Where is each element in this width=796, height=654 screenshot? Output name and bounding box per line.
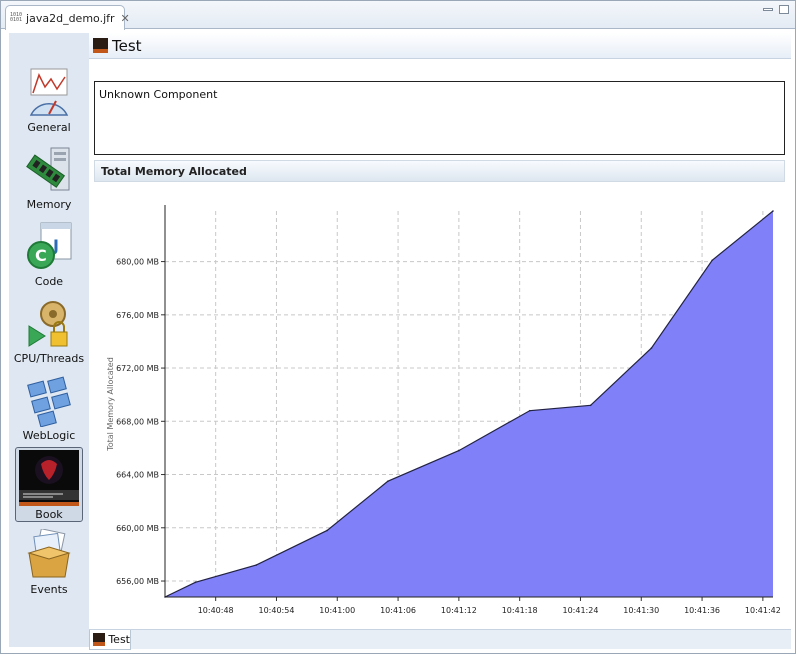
cpu-threads-icon [25,298,73,350]
unknown-component-box: Unknown Component [94,81,785,155]
data-point [650,347,653,349]
svg-text:C: C [35,246,47,265]
window-controls [763,5,789,14]
tab-group-sidebar: General Memory J C Code CPU/Threads WebL… [9,33,89,647]
page-title: Test [112,36,142,55]
sidebar-item-general[interactable]: General [15,67,83,141]
maximize-button[interactable] [779,5,789,14]
bottom-tab-test[interactable]: Test [89,630,131,650]
data-point [589,404,592,407]
sidebar-item-label: CPU/Threads [13,352,85,365]
memory-chip-icon [25,144,73,196]
data-point [711,259,713,262]
sidebar-item-book[interactable]: Book [15,447,83,522]
bottom-tab-label: Test [108,633,130,646]
data-point [326,529,328,532]
section-header[interactable]: Total Memory Allocated [94,160,785,182]
data-point [255,564,257,566]
book-icon [19,450,79,506]
x-tick-label: 10:41:06 [380,606,416,615]
sidebar-item-label: Book [35,508,63,521]
sidebar-item-label: Code [34,275,64,288]
data-point [772,210,774,212]
memory-chart[interactable]: 656,00 MB 660,00 MB 664,00 MB 668,00 MB 672,… [89,183,791,629]
x-tick-label: 10:41:00 [319,606,355,615]
minimize-button[interactable] [763,8,773,11]
data-point [387,480,389,483]
data-point [458,449,460,452]
y-tick-label: 680,00 MB [116,258,159,267]
page-header: Test [89,33,791,59]
x-tick-label: 10:41:18 [502,606,538,615]
y-tick-label: 664,00 MB [116,471,159,480]
y-axis-label: Total Memory Allocated [106,357,115,452]
sidebar-item-cpu-threads[interactable]: CPU/Threads [13,298,85,372]
sidebar-item-memory[interactable]: Memory [15,144,83,218]
bottom-tab-bar: Test [89,629,791,650]
editor-tab-java2d-demo[interactable]: 1010 0101 java2d_demo.jfr ✕ [5,5,130,30]
editor-content: Test Unknown Component Total Memory Allo… [89,33,791,629]
sidebar-item-events[interactable]: Events [15,528,83,603]
section-title: Total Memory Allocated [101,165,247,178]
data-point [529,409,531,412]
sidebar-item-code[interactable]: J C Code [15,221,83,295]
binary-file-icon: 1010 0101 [10,12,23,23]
memory-area [165,211,773,597]
x-tick-label: 10:41:42 [745,606,781,615]
x-tick-label: 10:40:48 [198,606,234,615]
weblogic-icon [25,375,73,428]
sidebar-item-label: Events [30,583,68,596]
sidebar-item-label: WebLogic [22,429,76,442]
x-tick-label: 10:41:12 [441,606,477,615]
y-tick-label: 668,00 MB [116,417,159,426]
y-tick-label: 660,00 MB [116,524,159,533]
unknown-component-text: Unknown Component [99,88,218,101]
x-tick-label: 10:41:30 [623,606,659,615]
close-icon[interactable]: ✕ [121,12,130,25]
sidebar-item-label: General [27,121,71,134]
general-gauge-icon [25,67,73,119]
editor-tab-bar: 1010 0101 java2d_demo.jfr ✕ [1,1,795,30]
app-window: 1010 0101 java2d_demo.jfr ✕ General Memo… [0,0,796,654]
events-box-icon [25,528,73,581]
y-tick-label: 676,00 MB [116,311,159,320]
x-tick-label: 10:41:36 [684,606,720,615]
jfr-tab-icon [93,633,106,646]
code-icon: J C [25,221,73,273]
x-tick-label: 10:40:54 [258,606,294,615]
y-tick-label: 656,00 MB [116,577,159,586]
y-tick-label: 672,00 MB [116,364,159,373]
x-tick-label: 10:41:24 [562,606,598,615]
chart-container: 656,00 MB 660,00 MB 664,00 MB 668,00 MB 672,… [89,183,791,629]
sidebar-item-label: Memory [26,198,72,211]
data-point [194,581,197,584]
jfr-tab-icon [93,38,108,53]
editor-tab-label: java2d_demo.jfr [26,11,115,25]
sidebar-item-weblogic[interactable]: WebLogic [15,375,83,449]
